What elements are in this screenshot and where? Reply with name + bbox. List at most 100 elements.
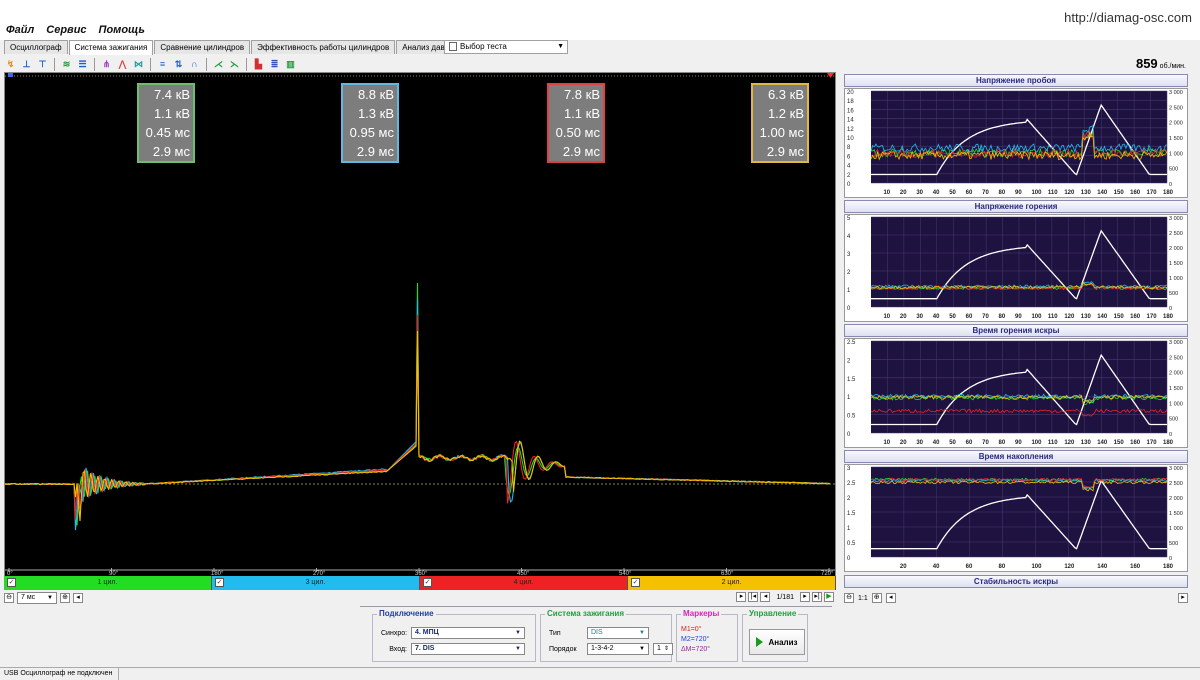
compare-alt-icon[interactable]: ⋋ [228, 58, 241, 71]
panel-title-burn-voltage[interactable]: Напряжение горения [844, 200, 1188, 213]
spike-icon[interactable]: ⋀ [116, 58, 129, 71]
edge-down-icon[interactable]: ⊤ [36, 58, 49, 71]
firing-order-select[interactable]: 1-3-4-2 ▼ [587, 643, 649, 655]
panel-title-spark-stability[interactable]: Стабильность искры [844, 575, 1188, 588]
stack-icon[interactable]: ☰ [76, 58, 89, 71]
x-tick-label: 20 [900, 564, 907, 570]
right-tick-label: 0 [1169, 182, 1172, 188]
scroll-left-button[interactable]: ◂ [73, 593, 83, 603]
control-group: Управление Анализ [742, 609, 808, 662]
x-tick-label: 100 [1031, 314, 1042, 320]
x-tick-label: 110 [1048, 314, 1058, 320]
panel-scroll-right-button[interactable]: ▸ [1178, 593, 1188, 603]
order-stepper[interactable]: 1 ⇕ [653, 643, 673, 655]
x-tick-label: 40 [933, 440, 940, 446]
tab-ignition-system[interactable]: Система зажигания [68, 40, 154, 55]
cylinder-2-toggle[interactable]: ✓ 2 цил. [628, 576, 836, 590]
checkbox-4[interactable]: ✓ [423, 578, 432, 587]
left-tick-label: 6 [847, 154, 851, 160]
column-chart-icon[interactable]: ▥ [284, 58, 297, 71]
left-tick-label: 0.5 [847, 541, 856, 547]
analyze-button[interactable]: Анализ [749, 629, 805, 655]
toolbar-separator [54, 57, 55, 71]
chevron-down-icon: ▼ [557, 43, 564, 50]
left-tick-label: 2 [847, 173, 851, 179]
next-page-button[interactable]: ▸ [800, 592, 810, 602]
right-tick-label: 500 [1169, 291, 1178, 297]
type-select[interactable]: DIS ▼ [587, 627, 649, 639]
last-page-button[interactable]: ▸| [812, 592, 822, 602]
oscilloscope-view[interactable]: 7.4 кВ 1.1 кВ 0.45 мс 2.9 мс 8.8 кВ 1.3 … [4, 72, 836, 577]
chevron-down-icon: ▼ [639, 646, 645, 652]
panel-title-dwell-time[interactable]: Время накопления [844, 450, 1188, 463]
right-tick-label: 3 000 [1169, 90, 1183, 96]
left-tick-label: 2.5 [847, 340, 856, 346]
play-button[interactable]: ▶ [824, 592, 834, 602]
menu-service[interactable]: Сервис [46, 24, 86, 40]
waveform-icon[interactable]: ≋ [60, 58, 73, 71]
right-tick-label: 1 000 [1169, 401, 1183, 407]
play-icon [756, 637, 764, 647]
x-tick-label: 140 [1097, 564, 1108, 570]
analyze-label: Анализ [768, 637, 798, 647]
cylinder-4-breakdown-voltage: 7.8 кВ [563, 87, 600, 102]
type-row: Тип DIS ▼ [549, 627, 649, 639]
checkbox-3[interactable]: ✓ [215, 578, 224, 587]
x-tick-label: 180 [1163, 564, 1174, 570]
panel-zoom-out-button[interactable]: ⊖ [844, 593, 854, 603]
time-scale-select[interactable]: 7 мс ▼ [17, 592, 57, 604]
test-select-label: Выбор теста [460, 42, 507, 51]
edge-up-icon[interactable]: ⊥ [20, 58, 33, 71]
cylinder-3-breakdown-voltage: 8.8 кВ [357, 87, 394, 102]
x-tick-label: 80 [999, 564, 1006, 570]
right-tick-label: 2 000 [1169, 371, 1183, 377]
histogram-icon[interactable]: ≣ [268, 58, 281, 71]
first-page-button[interactable]: |◂ [748, 592, 759, 602]
menu-help[interactable]: Помощь [99, 24, 145, 40]
sync-select[interactable]: 4. МПЦ ▼ [411, 627, 525, 639]
status-bar: USB Осциллограф не подключен [0, 667, 1200, 680]
x-tick-label: 10 [883, 440, 890, 446]
right-tick-label: 1 500 [1169, 386, 1183, 392]
panel-title-burn-time[interactable]: Время горения искры [844, 324, 1188, 337]
scroll-right-button[interactable]: ▸ [736, 592, 747, 602]
cylinder-4-toggle[interactable]: ✓ 4 цил. [420, 576, 628, 590]
x-tick-label: 110 [1048, 440, 1058, 446]
input-select[interactable]: 7. DIS ▼ [411, 643, 525, 655]
loop-icon[interactable]: ∩ [188, 58, 201, 71]
test-select-dropdown[interactable]: Выбор теста ▼ [444, 40, 568, 54]
cylinder-1-burn-time: 0.45 мс [145, 125, 190, 140]
type-value: DIS [591, 629, 603, 636]
cylinder-1-toggle[interactable]: ✓ 1 цил. [4, 576, 212, 590]
x-tick-label: 10 [883, 190, 890, 196]
panel-zoom-in-button[interactable]: ⊕ [871, 593, 882, 603]
panel-zoom-value: 1:1 [858, 594, 868, 602]
panel-title-breakdown-voltage[interactable]: Напряжение пробоя [844, 74, 1188, 87]
markers-icon[interactable]: ⇅ [172, 58, 185, 71]
panel-scroll-left-button[interactable]: ◂ [885, 593, 896, 603]
cylinder-3-burn-time: 0.95 мс [349, 125, 394, 140]
sync-row: Синхро: 4. МПЦ ▼ [381, 627, 525, 639]
compare-icon[interactable]: ⋌ [212, 58, 225, 71]
right-tick-label: 2 000 [1169, 496, 1183, 502]
bar-chart-icon[interactable]: ▙ [252, 58, 265, 71]
zoom-out-button[interactable]: ⊖ [4, 593, 14, 603]
left-tick-label: 20 [847, 90, 854, 96]
right-tick-label: 3 000 [1169, 340, 1183, 346]
checkbox-2[interactable]: ✓ [631, 578, 640, 587]
cylinder-3-toggle[interactable]: ✓ 3 цил. [212, 576, 420, 590]
tab-cylinder-efficiency[interactable]: Эффективность работы цилиндров [251, 40, 396, 54]
menu-file[interactable]: Файл [6, 24, 34, 40]
zoom-in-button[interactable]: ⊕ [60, 593, 70, 603]
parade-icon[interactable]: ⋈ [132, 58, 145, 71]
x-tick-label: 110 [1048, 190, 1058, 196]
list-icon[interactable]: ≡ [156, 58, 169, 71]
x-tick-label: 100 [1031, 190, 1042, 196]
x-tick-label: 140 [1097, 190, 1108, 196]
tab-oscilloscope[interactable]: Осциллограф [4, 40, 68, 54]
tab-cylinder-compare[interactable]: Сравнение цилиндров [154, 40, 251, 54]
trigger-rise-icon[interactable]: ↯ [4, 58, 17, 71]
prev-page-button[interactable]: ◂ [760, 592, 771, 602]
overlay-icon[interactable]: ⋔ [100, 58, 113, 71]
checkbox-1[interactable]: ✓ [7, 578, 16, 587]
